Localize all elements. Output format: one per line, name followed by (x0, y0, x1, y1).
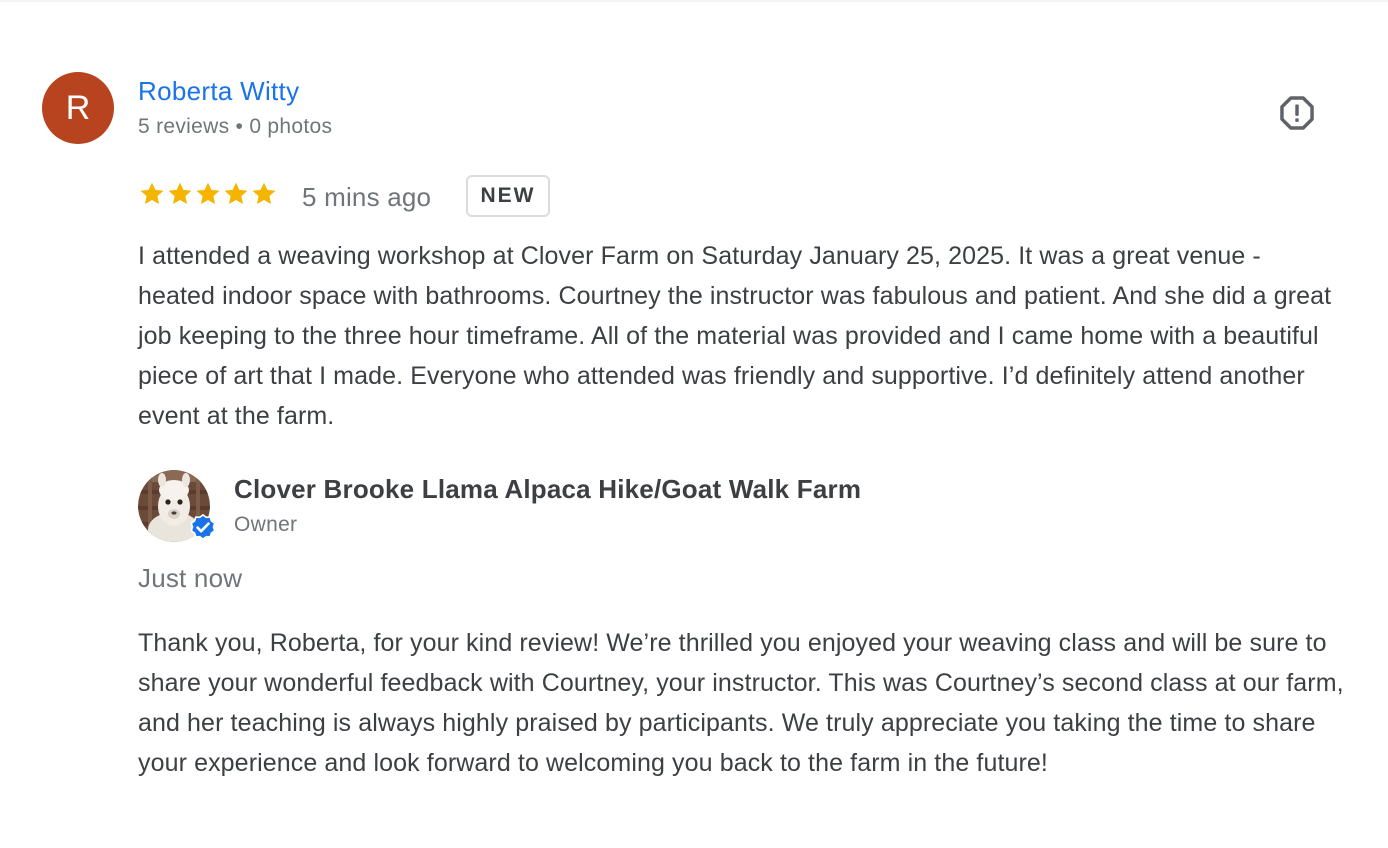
star-icon (168, 182, 192, 205)
review-time: 5 mins ago (302, 182, 432, 212)
star-icon (252, 182, 276, 205)
reviewer-name-link[interactable]: Roberta Witty (138, 76, 299, 107)
report-review-button[interactable] (1272, 88, 1322, 138)
star-icon (224, 182, 248, 205)
star-icon (140, 182, 164, 205)
verified-check-icon (190, 513, 216, 541)
star-rating (138, 180, 278, 208)
star-icon (196, 182, 220, 205)
owner-avatar[interactable] (138, 470, 216, 542)
response-time: Just now (138, 563, 243, 593)
owner-name: Clover Brooke Llama Alpaca Hike/Goat Wal… (234, 474, 862, 504)
review-text: I attended a weaving workshop at Clover … (138, 242, 1332, 430)
review-card: R Roberta Witty 5 reviews • 0 photos 5 m… (0, 0, 1388, 848)
reviewer-meta: 5 reviews • 0 photos (138, 115, 333, 138)
reviewer-avatar[interactable]: R (42, 72, 114, 144)
new-badge: NEW (466, 175, 550, 217)
owner-response-text: Thank you, Roberta, for your kind review… (138, 629, 1344, 777)
reviewer-avatar-initial: R (65, 88, 91, 127)
owner-role: Owner (234, 513, 298, 536)
report-flag-icon (1280, 96, 1314, 130)
